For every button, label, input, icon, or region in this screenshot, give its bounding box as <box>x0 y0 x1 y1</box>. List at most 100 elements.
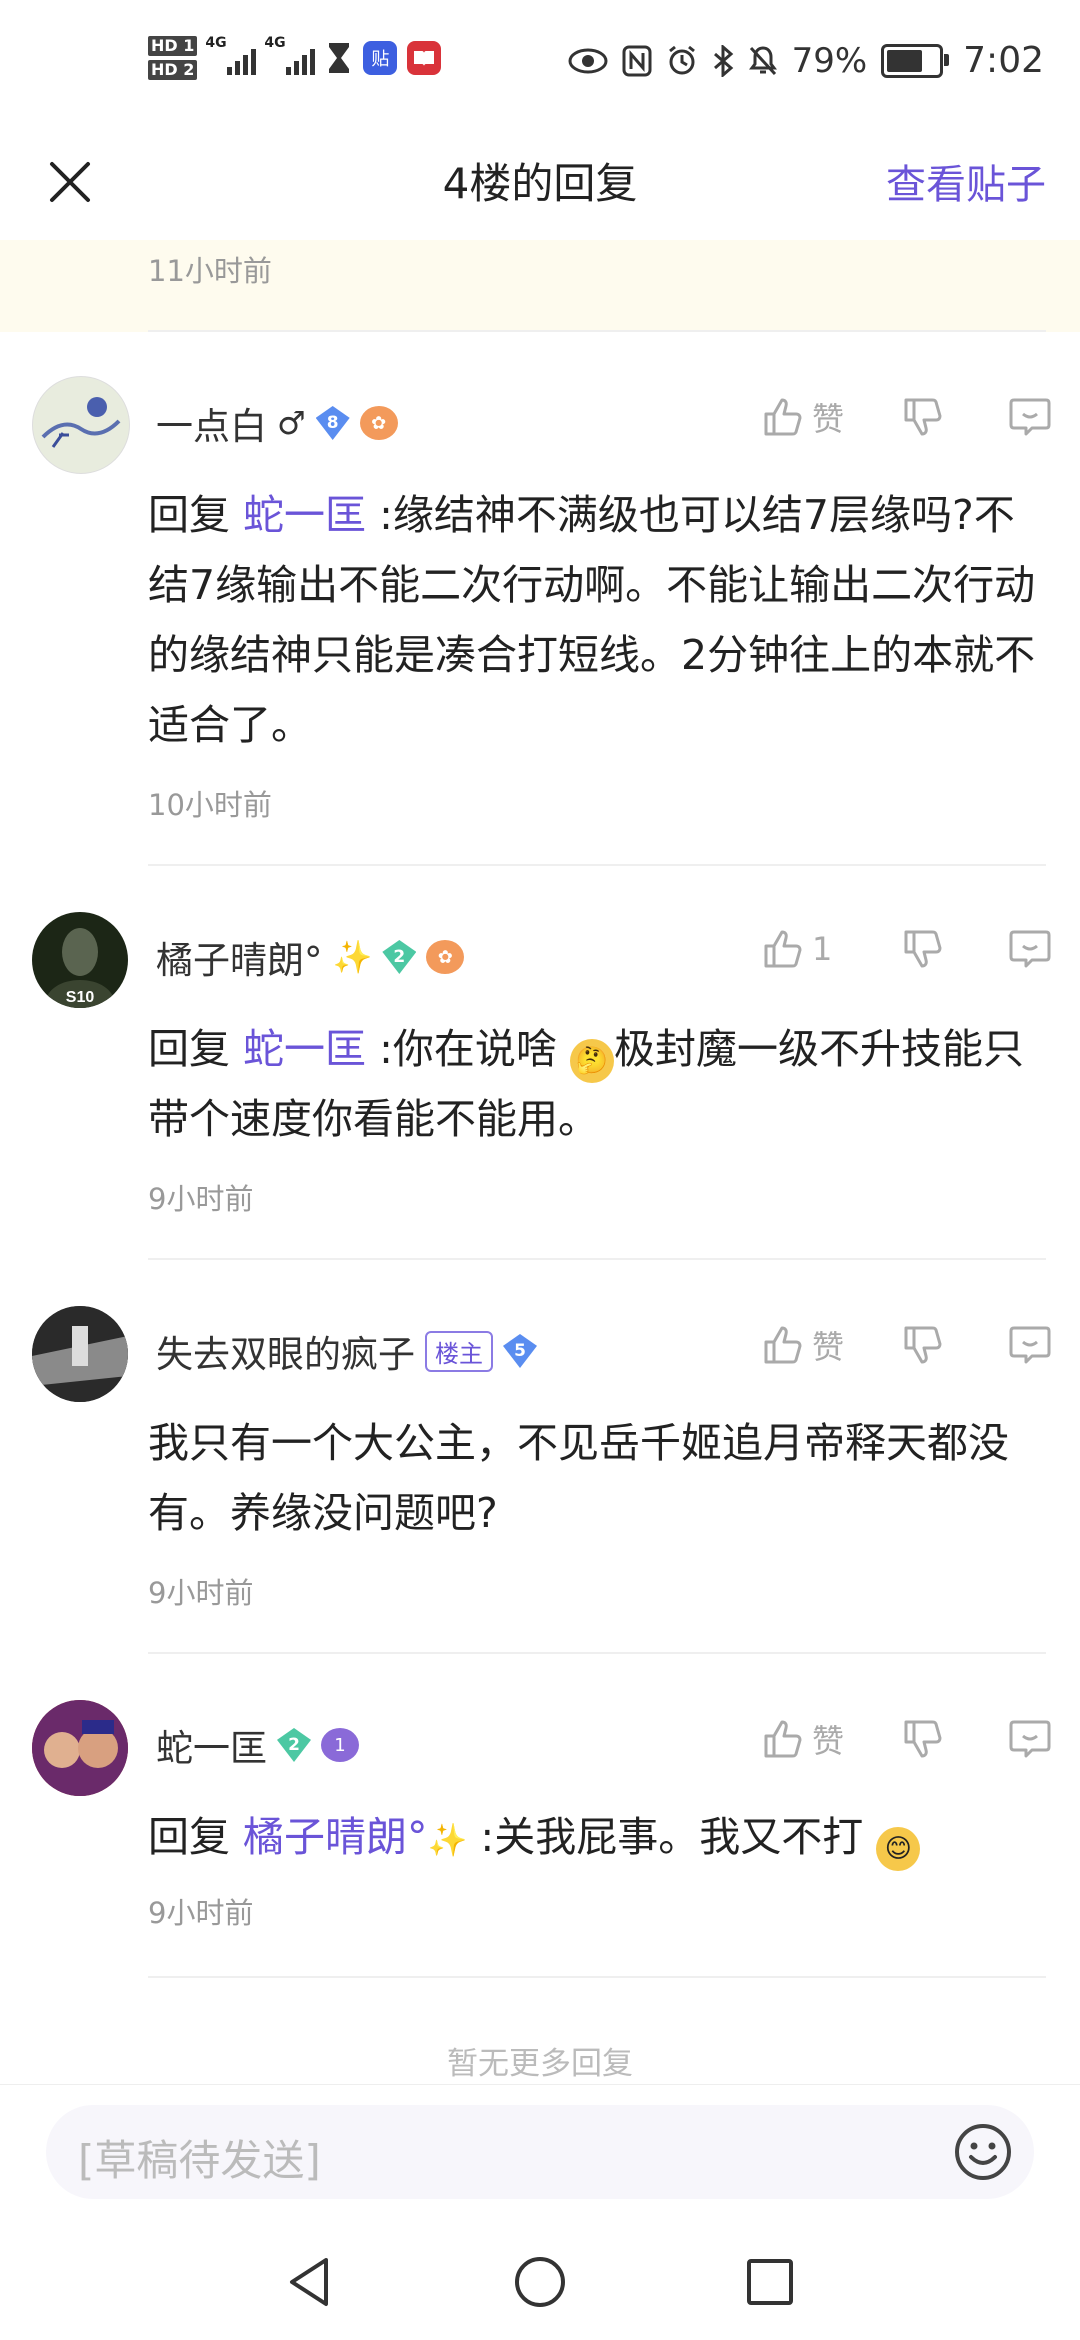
comment-icon <box>1009 1326 1051 1364</box>
like-button[interactable]: 赞 <box>762 394 872 440</box>
back-button[interactable] <box>282 2254 338 2310</box>
rank-badge: 1 <box>321 1728 359 1762</box>
timestamp: 10小时前 <box>148 788 272 822</box>
eye-icon <box>568 48 608 73</box>
comment-actions: 赞 <box>762 394 1058 440</box>
like-count: 赞 <box>812 400 845 438</box>
level-badge: 2 <box>277 1728 311 1762</box>
divider <box>148 1976 1046 1978</box>
smiley-icon <box>955 2124 1011 2180</box>
alarm-icon <box>668 45 695 74</box>
battery-percent: 79% <box>791 40 868 81</box>
like-count: 赞 <box>812 1722 845 1760</box>
hd2-label: HD 2 <box>148 60 198 80</box>
highlighted-floor-footer: 11小时前 <box>0 240 1080 332</box>
recent-square-icon <box>747 2259 793 2305</box>
status-left: HD 1 HD 2 4G 4G 贴 <box>148 35 442 80</box>
username[interactable]: 蛇一匡 <box>156 1718 267 1772</box>
comment-icon <box>1009 930 1051 968</box>
reply-prefix: 回复 <box>148 1813 230 1861</box>
back-triangle-icon <box>290 2258 328 2306</box>
divider <box>148 1652 1046 1654</box>
username-row: 橘子晴朗° ✨ 2 ✿ <box>156 930 465 984</box>
status-right: 79% 7:02 <box>568 40 1044 81</box>
tieba-app-icon: 贴 <box>363 41 398 75</box>
comment-icon <box>1009 1720 1051 1758</box>
emoji-icon: 😊 <box>876 1827 921 1871</box>
dislike-button[interactable] <box>902 1718 962 1760</box>
comment-actions: 1 <box>762 928 1058 970</box>
thumbs-up-icon <box>764 398 802 436</box>
emoji-button[interactable] <box>954 2123 1012 2181</box>
comment-text: 回复 蛇一匡 :你在说啥 🤔 极封魔一级不升技能只带个速度你看能不能用。 <box>148 1014 1040 1154</box>
nfc-icon <box>622 45 652 76</box>
timestamp: 9小时前 <box>148 1576 254 1610</box>
like-button[interactable]: 赞 <box>762 1322 872 1368</box>
mention-link[interactable]: 橘子晴朗° <box>243 1813 428 1861</box>
sparkle-icon: ✨ <box>332 938 373 976</box>
signal-icon: 4G <box>205 35 257 75</box>
hd-indicator: HD 1 HD 2 <box>148 36 198 80</box>
emoji-icon: 🤔 <box>569 1039 614 1083</box>
reply-button[interactable] <box>1008 1718 1058 1760</box>
home-circle-icon <box>515 2257 565 2307</box>
username[interactable]: 一点白 <box>156 396 267 450</box>
username[interactable]: 失去双眼的疯子 <box>156 1324 415 1378</box>
comment-text: 回复 蛇一匡 :缘结神不满级也可以结7层缘吗?不结7缘输出不能二次行动啊。不能让… <box>148 480 1040 760</box>
like-button[interactable]: 1 <box>762 928 872 970</box>
hourglass-icon <box>329 43 350 73</box>
thumbs-up-icon <box>764 1720 802 1758</box>
thumbs-down-icon <box>904 398 942 436</box>
net2-label: 4G <box>264 35 286 51</box>
host-tag: 楼主 <box>425 1330 493 1372</box>
comment-text: 我只有一个大公主，不见岳千姬追月帝释天都没有。养缘没问题吧? <box>148 1419 1009 1537</box>
timestamp: 9小时前 <box>148 1896 254 1930</box>
medal-icon: ✿ <box>359 406 398 440</box>
reply-button[interactable] <box>1008 928 1058 970</box>
no-more-replies: 暂无更多回复 <box>447 2046 633 2082</box>
username-row: 一点白 ♂ 8 ✿ <box>156 396 398 450</box>
mention-link[interactable]: 蛇一匡 <box>243 491 366 539</box>
comment-icon <box>1009 398 1051 436</box>
clock: 7:02 <box>963 40 1044 81</box>
timestamp: 9小时前 <box>148 1182 254 1216</box>
reply-input[interactable]: [草稿待发送] <box>46 2105 1034 2199</box>
username[interactable]: 橘子晴朗° <box>156 930 323 984</box>
level-badge: 2 <box>382 940 417 974</box>
mention-link[interactable]: 蛇一匡 <box>243 1025 366 1073</box>
dislike-button[interactable] <box>902 396 962 438</box>
comment-text: 回复 橘子晴朗°✨ :关我屁事。我又不打 😊 <box>148 1802 1040 1875</box>
gender-icon: ♂ <box>277 404 306 442</box>
like-count: 赞 <box>812 1328 845 1366</box>
dislike-button[interactable] <box>902 1324 962 1366</box>
view-post-link[interactable]: 查看贴子 <box>886 152 1046 210</box>
sparkle-icon: ✨ <box>427 1821 468 1859</box>
username-row: 蛇一匡 2 1 <box>156 1718 359 1772</box>
level-badge: 5 <box>503 1334 537 1368</box>
reply-button[interactable] <box>1008 396 1058 438</box>
dislike-button[interactable] <box>902 928 962 970</box>
divider <box>148 864 1046 866</box>
divider <box>148 330 1046 332</box>
signal-icon-2: 4G <box>264 35 316 75</box>
bluetooth-icon <box>713 44 733 77</box>
comment-actions: 赞 <box>762 1322 1058 1368</box>
avatar-frame-label: S10 <box>66 989 95 1006</box>
thumbs-up-icon <box>764 1326 802 1364</box>
reply-prefix: 回复 <box>148 491 230 539</box>
avatar[interactable]: S10 <box>32 912 128 1008</box>
mute-icon <box>748 45 777 75</box>
recent-apps-button[interactable] <box>742 2254 798 2310</box>
reply-input-bar: [草稿待发送] <box>0 2084 1080 2219</box>
avatar[interactable] <box>32 1700 128 1796</box>
home-button[interactable] <box>512 2254 568 2310</box>
avatar[interactable] <box>32 376 130 474</box>
net1-label: 4G <box>205 35 227 51</box>
battery-icon <box>881 43 950 78</box>
like-button[interactable]: 赞 <box>762 1716 872 1762</box>
avatar[interactable] <box>32 1306 128 1402</box>
reply-prefix: 回复 <box>148 1025 230 1073</box>
book-app-icon <box>407 41 442 75</box>
reply-button[interactable] <box>1008 1324 1058 1366</box>
thumbs-down-icon <box>904 1720 942 1758</box>
